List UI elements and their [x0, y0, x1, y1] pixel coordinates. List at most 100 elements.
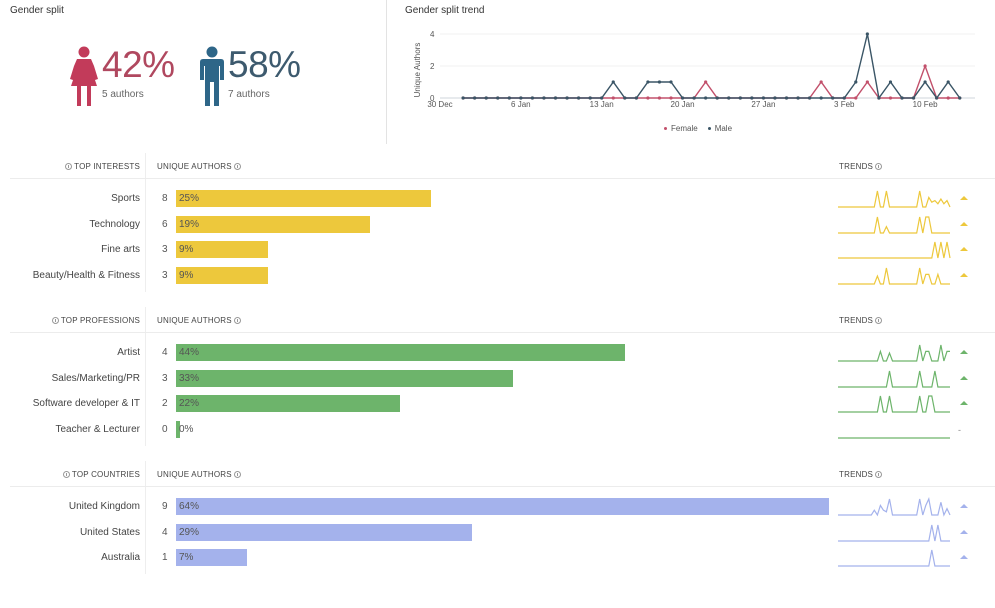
table-row[interactable]: Australia 1 7%	[10, 546, 995, 572]
female-legend-dot-icon	[664, 127, 667, 130]
info-icon[interactable]	[875, 317, 883, 324]
data-point-male	[623, 96, 627, 100]
unique-authors-header[interactable]: UNIQUE AUTHORS	[157, 470, 243, 479]
unique-authors-header[interactable]: UNIQUE AUTHORS	[157, 316, 243, 325]
y-tick-label: 2	[430, 62, 435, 71]
sparkline-path	[838, 344, 950, 362]
x-tick-label: 13 Jan	[590, 100, 614, 109]
info-icon[interactable]	[65, 163, 73, 170]
trends-label: TRENDS	[839, 162, 874, 171]
row-label: Fine arts	[101, 244, 140, 256]
data-point-male	[519, 96, 523, 100]
table-row[interactable]: Artist 4 44%	[10, 341, 995, 367]
data-point-female	[888, 96, 893, 100]
gender-trend-title: Gender split trend	[405, 5, 485, 16]
row-label: Sports	[111, 193, 140, 204]
trend-sparkline	[838, 242, 951, 259]
info-icon[interactable]	[233, 471, 241, 478]
data-point-male	[808, 96, 812, 100]
sparkline-path	[838, 370, 950, 388]
row-label: Australia	[101, 552, 140, 564]
trend-sparkline	[838, 190, 951, 208]
table-row[interactable]: United Kingdom 9 64%	[10, 495, 995, 521]
trend-up-icon	[960, 350, 968, 354]
panel-divider	[386, 0, 387, 144]
row-count: 3	[162, 244, 168, 256]
trend-sparkline	[838, 497, 951, 517]
trends-header[interactable]: TRENDS	[839, 316, 884, 325]
male-legend-dot-icon	[707, 127, 711, 130]
data-point-female	[923, 64, 927, 68]
table-row[interactable]: Technology 6 19%	[10, 213, 995, 239]
data-point-male	[704, 96, 708, 100]
data-point-male	[773, 96, 777, 100]
row-count: 1	[162, 552, 168, 564]
data-point-male	[530, 96, 534, 100]
x-tick-label: 30 Dec	[427, 100, 452, 109]
table-row[interactable]: United States 4 29%	[10, 521, 995, 547]
category-header-label: TOP PROFESSIONS	[60, 316, 140, 325]
male-count: 7 authors	[228, 89, 270, 100]
unique-authors-header[interactable]: UNIQUE AUTHORS	[157, 162, 243, 171]
trend-sparkline	[838, 395, 950, 413]
category-header[interactable]: TOP COUNTRIES	[61, 470, 140, 479]
data-point-male	[507, 96, 511, 100]
info-icon[interactable]	[233, 317, 241, 324]
data-point-male	[715, 96, 719, 100]
section-countries: TOP COUNTRIES UNIQUE AUTHORS TRENDS Unit…	[10, 461, 995, 575]
category-header[interactable]: TOP INTERESTS	[63, 162, 140, 171]
section-professions: TOP PROFESSIONS UNIQUE AUTHORS TRENDS Ar…	[10, 307, 995, 446]
table-row[interactable]: Sales/Marketing/PR 3 33%	[10, 367, 995, 393]
trends-header[interactable]: TRENDS	[839, 162, 884, 171]
female-stat: 42% 5 authors	[68, 46, 175, 108]
info-icon[interactable]	[233, 163, 241, 170]
trends-header[interactable]: TRENDS	[839, 470, 884, 479]
category-header[interactable]: TOP PROFESSIONS	[50, 316, 140, 325]
legend-female-label: Female	[671, 124, 698, 133]
info-icon[interactable]	[62, 471, 70, 478]
sparkline-path	[838, 524, 950, 542]
table-row[interactable]: Teacher & Lecturer 0 0% -	[10, 418, 995, 444]
data-point-female	[946, 96, 950, 100]
data-point-male	[958, 96, 962, 100]
legend-male-label: Male	[714, 124, 733, 133]
data-point-male	[588, 96, 592, 100]
data-point-male	[911, 96, 916, 100]
x-tick-label: 6 Jan	[511, 100, 531, 109]
percent-label: 0%	[179, 424, 194, 436]
data-point-male	[553, 96, 558, 100]
trend-up-icon	[960, 273, 968, 278]
row-count: 4	[162, 347, 168, 358]
unique-authors-label: UNIQUE AUTHORS	[157, 162, 232, 171]
row-label: Beauty/Health & Fitness	[32, 270, 140, 282]
data-point-male	[611, 80, 615, 84]
info-icon[interactable]	[875, 163, 883, 170]
legend-male[interactable]: Male	[707, 124, 733, 133]
trend-flat-icon: -	[958, 425, 961, 436]
legend-female[interactable]: Female	[664, 124, 698, 133]
unique-authors-label: UNIQUE AUTHORS	[157, 470, 232, 479]
trend-sparkline	[838, 267, 950, 285]
data-point-male	[900, 96, 904, 100]
trend-up-icon	[960, 504, 968, 508]
table-row[interactable]: Sports 8 25%	[10, 187, 995, 213]
info-icon[interactable]	[875, 471, 883, 478]
table-row[interactable]: Fine arts 3 9%	[10, 238, 995, 264]
data-point-male	[565, 96, 569, 100]
row-count: 3	[162, 270, 168, 282]
percent-label: 25%	[179, 193, 200, 204]
y-tick-label: 4	[430, 30, 435, 39]
female-percent: 42%	[102, 44, 175, 85]
data-point-female	[854, 96, 858, 100]
x-tick-label: 3 Feb	[834, 100, 855, 109]
table-row[interactable]: Beauty/Health & Fitness 3 9%	[10, 264, 995, 290]
row-label: Technology	[89, 218, 140, 230]
data-point-male	[484, 96, 488, 100]
percent-label: 33%	[179, 372, 200, 384]
info-icon[interactable]	[51, 317, 59, 324]
trend-up-icon	[960, 529, 968, 534]
data-point-male	[646, 80, 650, 84]
data-point-male	[796, 96, 800, 100]
data-point-male	[865, 32, 869, 36]
table-row[interactable]: Software developer & IT 2 22%	[10, 392, 995, 418]
